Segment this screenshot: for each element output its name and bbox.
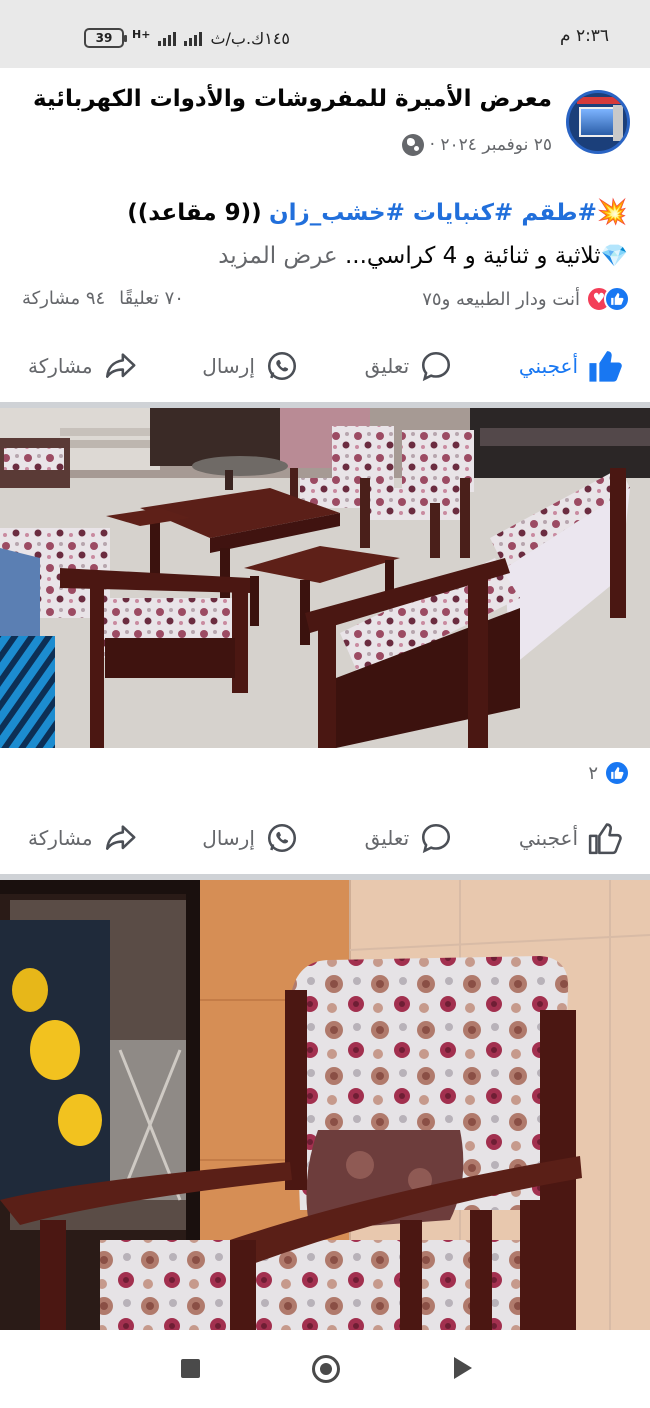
- share-button-2[interactable]: مشاركة: [28, 821, 137, 855]
- armchair-photo: [0, 880, 650, 1330]
- reactions-summary[interactable]: ♥ أنت ودار الطبيعه و٧٥: [422, 286, 630, 312]
- status-bar: 39 H+ ١٤٥ك.ب/ث ٢:٣٦ م: [0, 0, 650, 68]
- share-button[interactable]: مشاركة: [28, 349, 137, 383]
- photo-like-count[interactable]: ٢: [588, 760, 630, 786]
- network-speed: ١٤٥ك.ب/ث: [210, 28, 291, 48]
- globe-icon: [401, 134, 424, 156]
- like-reaction-icon: [604, 286, 630, 312]
- like-label: أعجبني: [518, 826, 578, 850]
- page-avatar[interactable]: [566, 90, 630, 154]
- battery-icon: 39: [84, 28, 127, 48]
- post-text-line-1: 💥#طقم #كنبايات #خشب_زان ((9 مقاعد)): [18, 190, 628, 235]
- thumbs-up-icon: [588, 823, 622, 855]
- post-photo-2[interactable]: [0, 880, 650, 1330]
- post-photo-1[interactable]: [0, 408, 650, 748]
- home-button[interactable]: [312, 1355, 340, 1383]
- reactors-text: أنت ودار الطبيعه و٧٥: [422, 288, 580, 310]
- whatsapp-icon: [267, 823, 296, 853]
- post-date[interactable]: ٢٥ نوفمبر ٢٠٢٤ ·: [430, 135, 552, 155]
- post-text: 💥#طقم #كنبايات #خشب_زان ((9 مقاعد)) 💎ثلا…: [18, 190, 628, 278]
- comment-button[interactable]: تعليق: [365, 349, 454, 383]
- comment-label: تعليق: [364, 826, 410, 850]
- engagement-counts: ٧٠ تعليقًا ٩٤ مشاركة: [22, 288, 184, 309]
- photo-like-number: ٢: [588, 762, 598, 784]
- post-action-bar: أعجبني تعليق إرسال مشاركة: [0, 334, 650, 398]
- status-icons: 39 H+ ١٤٥ك.ب/ث: [84, 26, 290, 50]
- comment-button-2[interactable]: تعليق: [365, 821, 454, 855]
- like-button-2[interactable]: أعجبني: [519, 821, 622, 855]
- send-label: إرسال: [202, 354, 255, 378]
- share-arrow-icon: [105, 825, 136, 850]
- network-type: H+: [132, 27, 151, 41]
- gem-emoji: 💎: [600, 244, 628, 269]
- share-arrow-icon: [105, 353, 136, 378]
- clock: ٢:٣٦ م: [560, 26, 610, 46]
- comment-bubble-icon: [422, 351, 451, 382]
- see-more-link[interactable]: عرض المزيد: [218, 243, 337, 269]
- page-name[interactable]: معرض الأميرة للمفروشات والأدوات الكهربائ…: [33, 86, 552, 112]
- like-label: أعجبني: [518, 354, 578, 378]
- signal-icon-2: [184, 30, 203, 46]
- reaction-icons: ♥: [586, 286, 630, 312]
- whatsapp-icon: [267, 351, 296, 381]
- photo-action-bar: أعجبني تعليق إرسال مشاركة: [0, 806, 650, 870]
- send-button[interactable]: إرسال: [202, 349, 299, 383]
- recent-apps-button[interactable]: [181, 1359, 200, 1378]
- share-label: مشاركة: [28, 354, 93, 378]
- post-hashtags[interactable]: #طقم #كنبايات #خشب_زان: [269, 200, 597, 226]
- shares-count[interactable]: ٩٤ مشاركة: [22, 288, 105, 309]
- post-meta: ٢٥ نوفمبر ٢٠٢٤ ·: [401, 134, 552, 156]
- like-button[interactable]: أعجبني: [519, 349, 622, 383]
- share-label: مشاركة: [28, 826, 93, 850]
- comment-label: تعليق: [364, 354, 410, 378]
- sofa-set-photo: [0, 408, 650, 748]
- post-title-rest: ((9 مقاعد)): [127, 200, 262, 226]
- battery-level: 39: [95, 31, 113, 45]
- comments-count[interactable]: ٧٠ تعليقًا: [119, 288, 184, 309]
- post-text-body: ثلاثية و ثنائية و 4 كراسي...: [337, 243, 601, 269]
- send-button-2[interactable]: إرسال: [202, 821, 299, 855]
- comment-bubble-icon: [422, 823, 451, 854]
- thumbs-up-icon: [589, 351, 622, 382]
- send-label: إرسال: [202, 826, 255, 850]
- signal-icon: [158, 30, 177, 46]
- back-button[interactable]: [454, 1357, 472, 1379]
- collision-emoji: 💥: [596, 197, 628, 226]
- post-text-line-2: 💎ثلاثية و ثنائية و 4 كراسي... عرض المزيد: [18, 235, 628, 278]
- system-nav-bar: [0, 1330, 650, 1408]
- like-reaction-icon: [604, 760, 630, 786]
